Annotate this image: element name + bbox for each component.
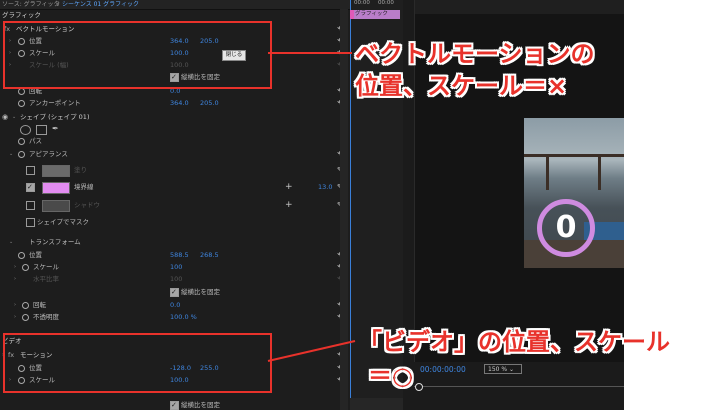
annotation-connectors	[267, 52, 356, 362]
connector-bottom	[267, 340, 356, 362]
